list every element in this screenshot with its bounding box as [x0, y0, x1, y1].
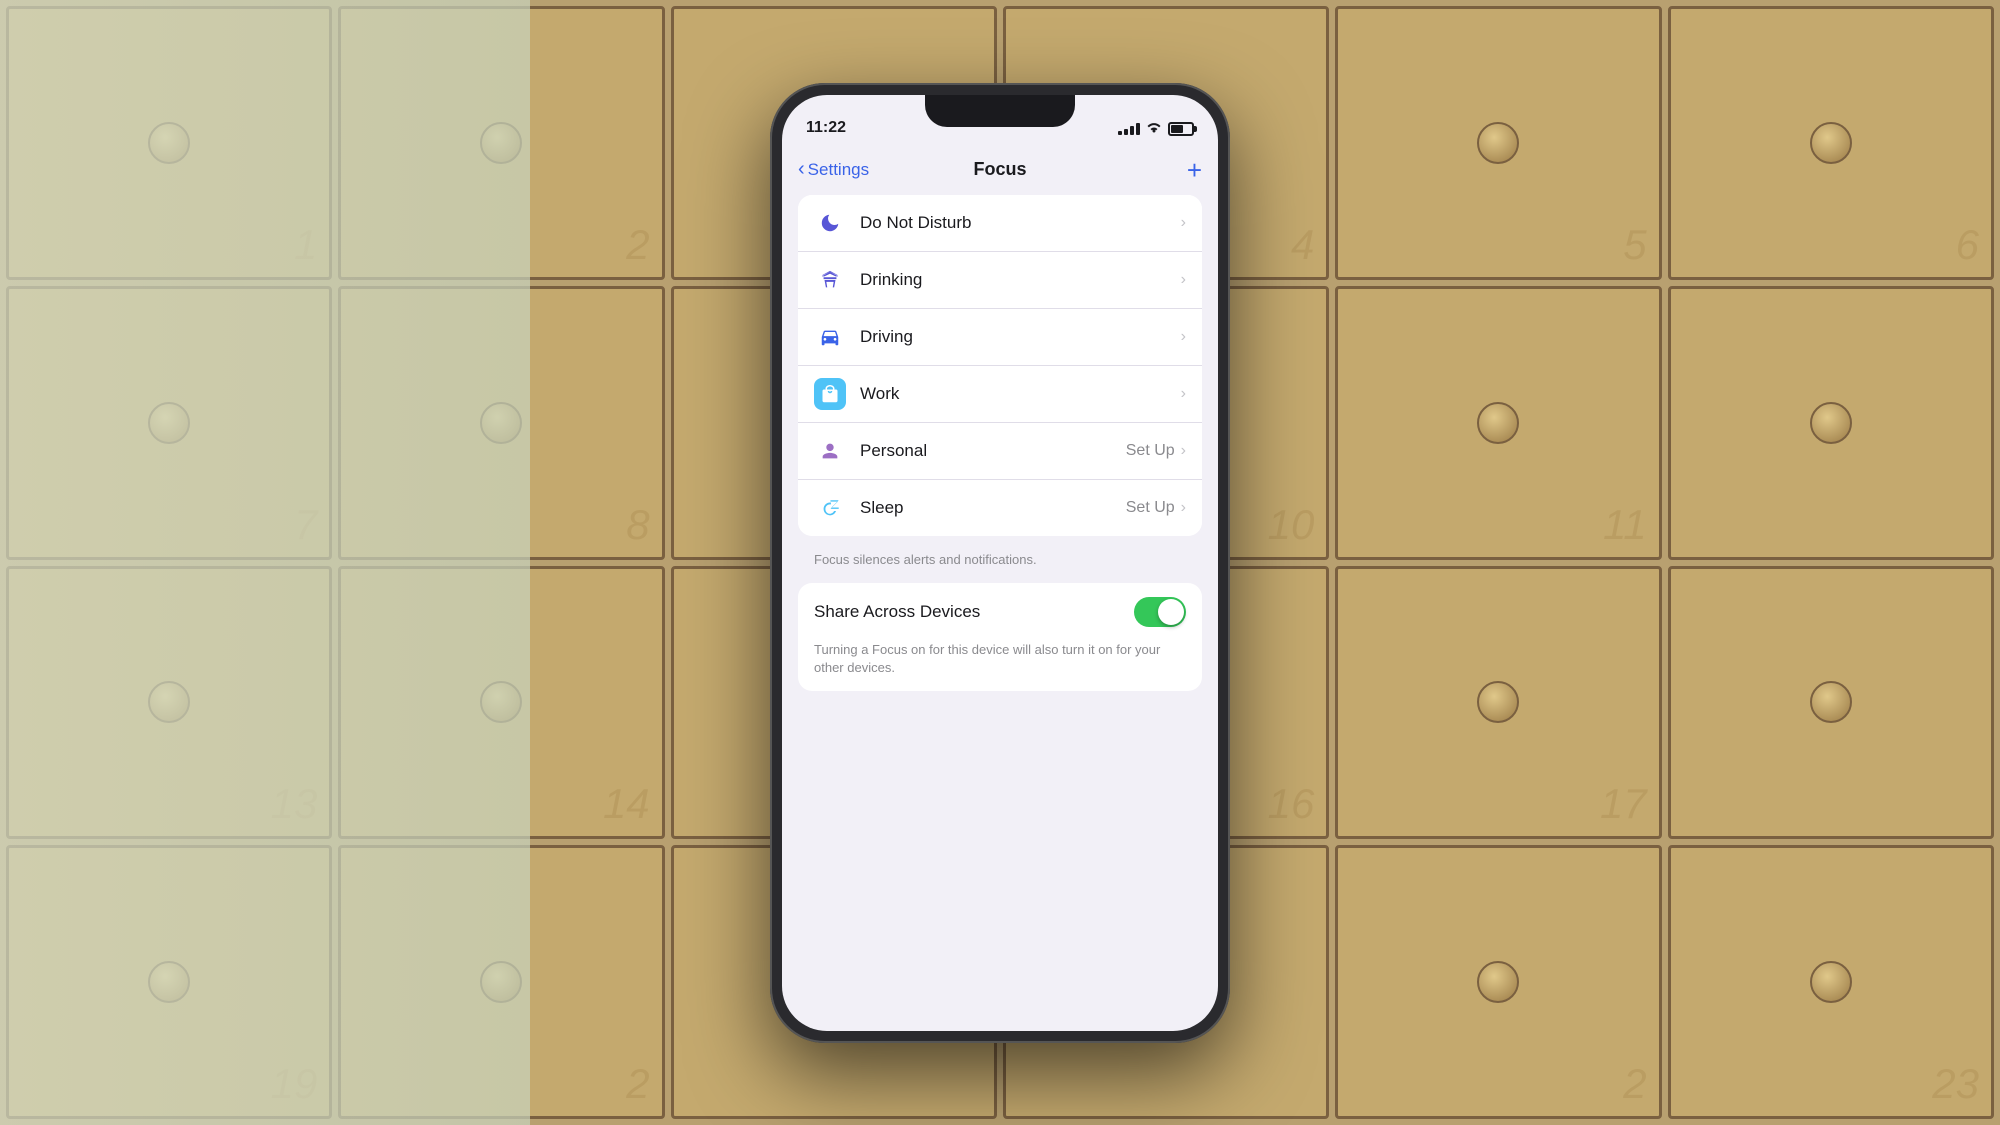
toggle-thumb [1158, 599, 1184, 625]
phone-screen: 11:22 [782, 95, 1218, 1031]
phone-notch [925, 95, 1075, 127]
driving-icon [814, 321, 846, 353]
focus-items-card: Do Not Disturb › Drinking › [798, 195, 1202, 536]
wood-cell: 11 [1335, 286, 1661, 560]
focus-item-do-not-disturb[interactable]: Do Not Disturb › [798, 195, 1202, 252]
status-icons [1118, 122, 1194, 137]
chevron-right-icon: › [1181, 271, 1186, 289]
share-row: Share Across Devices [798, 583, 1202, 641]
focus-item-personal[interactable]: Personal Set Up › [798, 423, 1202, 480]
left-area [0, 0, 530, 1125]
phone-wrapper: 11:22 [770, 83, 1230, 1043]
phone-body: 11:22 [770, 83, 1230, 1043]
chevron-right-icon: › [1181, 499, 1186, 517]
personal-action: Set Up [1126, 442, 1175, 460]
wood-cell: 2 [1335, 845, 1661, 1119]
do-not-disturb-label: Do Not Disturb [860, 213, 1181, 233]
sleep-action: Set Up [1126, 499, 1175, 517]
chevron-right-icon: › [1181, 442, 1186, 460]
focus-item-driving[interactable]: Driving › [798, 309, 1202, 366]
drinking-icon [814, 264, 846, 296]
wood-cell: 17 [1335, 566, 1661, 840]
signal-icon [1118, 123, 1140, 135]
chevron-right-icon: › [1181, 214, 1186, 232]
add-button[interactable]: + [1187, 157, 1202, 183]
personal-icon [814, 435, 846, 467]
wood-cell: 5 [1335, 6, 1661, 280]
wood-cell [1668, 286, 1994, 560]
chevron-left-icon: ‹ [798, 158, 805, 181]
sleep-icon [814, 492, 846, 524]
share-description: Turning a Focus on for this device will … [798, 641, 1202, 691]
wood-cell [1668, 566, 1994, 840]
back-button[interactable]: ‹ Settings [798, 158, 869, 181]
wood-cell: 6 [1668, 6, 1994, 280]
focus-note: Focus silences alerts and notifications. [798, 544, 1202, 583]
share-across-devices-toggle[interactable] [1134, 597, 1186, 627]
personal-label: Personal [860, 441, 1126, 461]
page-title: Focus [973, 159, 1026, 180]
status-time: 11:22 [806, 119, 846, 137]
nav-header: ‹ Settings Focus + [782, 145, 1218, 195]
battery-icon [1168, 122, 1194, 136]
back-label: Settings [808, 160, 869, 180]
driving-label: Driving [860, 327, 1181, 347]
focus-item-work[interactable]: Work › [798, 366, 1202, 423]
chevron-right-icon: › [1181, 328, 1186, 346]
wifi-icon [1146, 122, 1162, 137]
share-across-devices-card: Share Across Devices Turning a Focus on … [798, 583, 1202, 691]
screen-content: Do Not Disturb › Drinking › [782, 195, 1218, 1031]
sleep-label: Sleep [860, 498, 1126, 518]
work-icon [814, 378, 846, 410]
focus-item-sleep[interactable]: Sleep Set Up › [798, 480, 1202, 536]
drinking-label: Drinking [860, 270, 1181, 290]
share-label: Share Across Devices [814, 602, 980, 622]
do-not-disturb-icon [814, 207, 846, 239]
wood-cell: 23 [1668, 845, 1994, 1119]
chevron-right-icon: › [1181, 385, 1186, 403]
focus-item-drinking[interactable]: Drinking › [798, 252, 1202, 309]
work-label: Work [860, 384, 1181, 404]
